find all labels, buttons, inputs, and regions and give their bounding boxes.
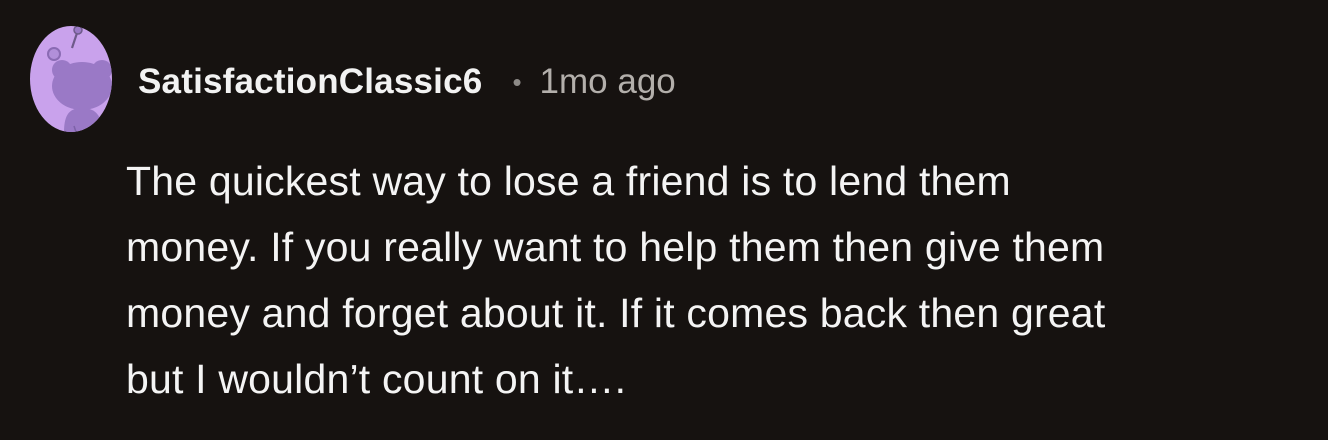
snoo-avatar-icon — [30, 26, 112, 132]
user-avatar[interactable] — [30, 26, 112, 132]
author-username[interactable]: SatisfactionClassic6 — [138, 62, 482, 102]
comment-header: SatisfactionClassic6 • 1mo ago — [138, 58, 676, 106]
separator-dot: • — [512, 66, 522, 97]
timestamp[interactable]: 1mo ago — [540, 62, 676, 102]
comment-text: The quickest way to lose a friend is to … — [126, 158, 1106, 402]
comment: SatisfactionClassic6 • 1mo ago The quick… — [0, 0, 1328, 440]
